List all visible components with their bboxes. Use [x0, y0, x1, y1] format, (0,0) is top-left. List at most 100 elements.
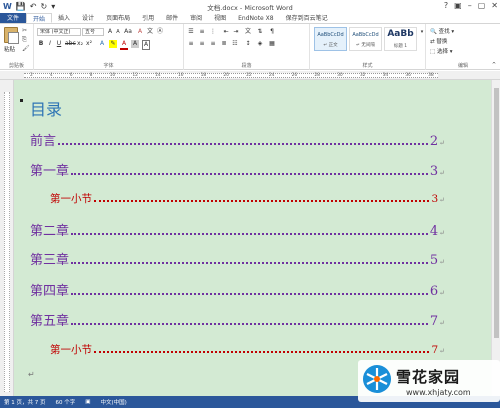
text-effects-icon[interactable]: A [98, 40, 106, 48]
increase-indent-icon[interactable]: ⇥ [232, 28, 240, 36]
tab-review[interactable]: 审阅 [184, 13, 208, 23]
minimize-icon[interactable]: – [468, 1, 472, 10]
tab-page-layout[interactable]: 页面布局 [100, 13, 136, 23]
format-painter-icon[interactable]: 🖌 [22, 45, 30, 52]
toc-entry-text: 第二章 [30, 224, 70, 239]
shading-icon[interactable]: ◈ [256, 40, 264, 48]
vertical-ruler[interactable] [0, 80, 14, 396]
save-icon[interactable]: 💾 [16, 2, 26, 12]
tab-insert[interactable]: 插入 [52, 13, 76, 23]
borders-icon[interactable]: ▦ [268, 40, 276, 48]
multilevel-list-icon[interactable]: ⋮ [209, 28, 217, 36]
numbering-icon[interactable]: ≡ [198, 28, 206, 36]
toc-entry-text: 前言 [30, 134, 57, 149]
word-count[interactable]: 60 个字 [56, 398, 76, 406]
bullets-icon[interactable]: ☰ [187, 28, 195, 36]
scrollbar-thumb[interactable] [494, 88, 499, 338]
underline-button[interactable]: U [55, 40, 63, 48]
align-right-icon[interactable]: ≡ [209, 40, 217, 48]
toc-entry-chapter-3[interactable]: 第三章 5 ↵ [30, 249, 445, 268]
replace-button[interactable]: ⇄ 替换 [430, 37, 447, 45]
ruler-number: 20 [223, 73, 230, 78]
clear-format-icon[interactable]: A [136, 28, 144, 36]
toc-page-number: 2 [429, 134, 439, 149]
line-spacing-icon[interactable]: ↕ [244, 40, 252, 48]
toc-page-number: 3 [431, 193, 439, 205]
style-no-spacing[interactable]: AaBbCcDd ↵ 无间隔 [349, 27, 382, 51]
highlight-icon[interactable]: ✎ [109, 40, 117, 48]
show-marks-icon[interactable]: ¶ [268, 28, 276, 36]
vertical-ruler-track [4, 92, 10, 392]
enclose-char-icon[interactable]: Ⓐ [156, 28, 164, 36]
tab-save-to-cloud[interactable]: 保存到百云笔记 [280, 13, 334, 23]
align-center-icon[interactable]: ≡ [198, 40, 206, 48]
toc-entry-chapter-5[interactable]: 第五章 7 ↵ [30, 310, 445, 329]
select-button[interactable]: ⬚ 选择 ▾ [430, 47, 452, 55]
styles-more-icon[interactable]: ▾ [418, 28, 426, 36]
collapse-ribbon-icon[interactable]: ^ [490, 61, 498, 69]
ribbon-display-icon[interactable]: ▣ [454, 1, 462, 10]
font-name-select[interactable]: 宋体 (中文正) [37, 28, 81, 36]
tab-references[interactable]: 引用 [136, 13, 160, 23]
tab-endnote[interactable]: EndNote X8 [232, 13, 279, 23]
bold-button[interactable]: B [37, 40, 45, 48]
toc-entry-section-5-1[interactable]: 第一小节 7 ↵ [50, 342, 445, 357]
vertical-scrollbar[interactable] [491, 80, 500, 396]
toc-leader-dots [71, 226, 428, 235]
shrink-font-icon[interactable]: A [114, 28, 122, 36]
decrease-indent-icon[interactable]: ⇤ [222, 28, 230, 36]
superscript-icon[interactable]: x² [85, 40, 93, 48]
ruler-number: 24 [268, 73, 275, 78]
italic-button[interactable]: I [46, 40, 54, 48]
tab-file[interactable]: 文件 [0, 13, 27, 23]
grow-font-icon[interactable]: A [106, 28, 114, 36]
distributed-icon[interactable]: ☷ [231, 40, 239, 48]
font-color-icon[interactable]: A [120, 40, 128, 50]
paragraph-bullet-marker [20, 99, 23, 102]
toc-leader-dots [71, 255, 428, 264]
horizontal-ruler[interactable]: 2 4 6 8 10 12 14 16 18 20 22 24 26 28 30… [0, 71, 500, 80]
chinese-layout-icon[interactable]: 文 [244, 28, 252, 36]
find-button[interactable]: 🔍 查找 ▾ [430, 27, 454, 35]
paste-button-label[interactable]: 粘贴 [4, 45, 15, 53]
toc-entry-section-1-1[interactable]: 第一小节 3 ↵ [50, 191, 445, 206]
editing-group: 🔍 查找 ▾ ⇄ 替换 ⬚ 选择 ▾ 编辑 ^ [426, 24, 500, 70]
toc-entry-chapter-1[interactable]: 第一章 3 ↵ [30, 160, 445, 179]
ribbon: 粘贴 ✂ ⎘ 🖌 剪贴板 宋体 (中文正) 五号 A A Aa A 文 Ⓐ B … [0, 24, 500, 70]
ruler-number: 12 [132, 73, 139, 78]
copy-icon[interactable]: ⎘ [22, 36, 27, 44]
maximize-icon[interactable]: ▢ [478, 1, 486, 10]
page-count[interactable]: 第 1 页，共 7 页 [4, 398, 46, 406]
style-heading-1[interactable]: AaBb 标题 1 [384, 27, 417, 51]
sort-icon[interactable]: ⇅ [256, 28, 264, 36]
undo-icon[interactable]: ↶ [30, 2, 37, 12]
font-size-select[interactable]: 五号 [82, 28, 104, 36]
paragraph-mark: ↵ [439, 258, 445, 266]
toc-entry-chapter-4[interactable]: 第四章 6 ↵ [30, 280, 445, 299]
tab-home[interactable]: 开始 [26, 13, 53, 23]
redo-icon[interactable]: ↻ [41, 2, 48, 12]
tab-view[interactable]: 视图 [208, 13, 232, 23]
toc-entry-preface[interactable]: 前言 2 ↵ [30, 130, 445, 149]
paste-icon[interactable] [4, 27, 19, 44]
subscript-icon[interactable]: x₂ [76, 40, 84, 48]
customize-qat-icon[interactable]: ▾ [51, 2, 55, 12]
toc-entry-chapter-2[interactable]: 第二章 4 ↵ [30, 220, 445, 239]
char-border-icon[interactable]: A [142, 40, 150, 50]
cut-icon[interactable]: ✂ [22, 27, 27, 34]
style-normal[interactable]: AaBbCcDd ↵ 正文 [314, 27, 347, 51]
language-indicator[interactable]: 中文(中国) [100, 398, 126, 406]
document-page[interactable]: 目录 前言 2 ↵ 第一章 3 ↵ 第一小节 3 ↵ 第二章 4 ↵ 第三章 5… [14, 80, 500, 396]
char-shading-icon[interactable]: A [131, 40, 139, 48]
empty-paragraph-mark[interactable]: ↵ [28, 370, 35, 379]
tab-mailings[interactable]: 邮件 [160, 13, 184, 23]
phonetic-guide-icon[interactable]: 文 [146, 28, 154, 36]
strikethrough-icon[interactable]: abc [65, 40, 76, 48]
change-case-icon[interactable]: Aa [124, 28, 132, 36]
justify-icon[interactable]: ≣ [220, 40, 228, 48]
align-left-icon[interactable]: ≡ [187, 40, 195, 48]
help-icon[interactable]: ? [444, 1, 448, 10]
proofing-icon[interactable]: ▣ [85, 399, 90, 405]
close-icon[interactable]: ✕ [491, 1, 498, 10]
tab-design[interactable]: 设计 [76, 13, 100, 23]
